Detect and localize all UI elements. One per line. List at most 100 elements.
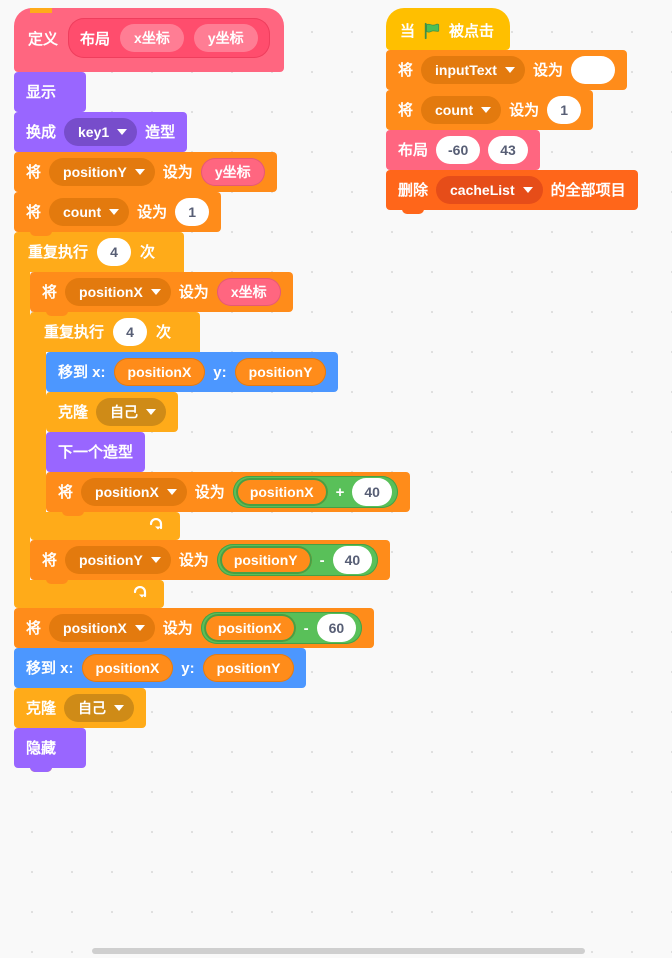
switch-costume-block[interactable]: 换成 key1 造型	[14, 112, 188, 156]
operand-b-input[interactable]: 60	[316, 614, 357, 642]
delete-all-of-list-block[interactable]: 删除 cacheList 的全部项目	[386, 170, 638, 214]
set-count-block[interactable]: 将 count 设为 1	[14, 192, 222, 236]
variable-dropdown-count[interactable]: count	[421, 96, 502, 124]
repeat-outer-spine	[14, 272, 30, 580]
var-reporter-positionX[interactable]: positionX	[81, 654, 174, 682]
show-block[interactable]: 显示	[14, 72, 86, 116]
repeat-label-after: 次	[140, 243, 156, 261]
goto-xy-final-block[interactable]: 移到 x: positionX y: positionY	[14, 648, 307, 692]
chevron-down-icon	[150, 289, 161, 295]
set-label-before: 将	[26, 163, 42, 181]
variable-dropdown-count[interactable]: count	[49, 198, 130, 226]
operator-sign: -	[303, 619, 309, 637]
var-reporter-positionX[interactable]: positionX	[203, 614, 296, 642]
operator-subtract-block[interactable]: positionX - 60	[200, 612, 363, 644]
inputText-value-input[interactable]	[571, 56, 615, 84]
var-reporter-positionX[interactable]: positionX	[235, 478, 328, 506]
procedure-arg-x[interactable]: x坐标	[120, 24, 184, 52]
define-hat-block[interactable]: 定义 布局 x坐标 y坐标	[14, 8, 284, 72]
next-costume-block[interactable]: 下一个造型	[46, 432, 146, 476]
count-value-input[interactable]: 1	[175, 198, 210, 226]
chevron-down-icon	[117, 129, 128, 135]
layout-arg-x-input[interactable]: -60	[436, 136, 481, 164]
call-layout-block[interactable]: 布局 -60 43	[386, 130, 540, 174]
variable-dropdown-positionX[interactable]: positionX	[81, 478, 187, 506]
repeat-inner-footer	[30, 512, 180, 540]
variable-dropdown-positionX[interactable]: positionX	[65, 278, 171, 306]
param-reporter-x[interactable]: x坐标	[216, 278, 281, 306]
var-reporter-positionY[interactable]: positionY	[234, 358, 327, 386]
variable-dropdown-inputText[interactable]: inputText	[421, 56, 525, 84]
list-dropdown-cacheList[interactable]: cacheList	[436, 176, 543, 204]
procedure-arg-y[interactable]: y坐标	[193, 24, 258, 52]
chevron-down-icon	[150, 557, 161, 563]
repeat-inner-times-input[interactable]: 4	[113, 318, 148, 346]
repeat-inner-spine	[30, 352, 46, 512]
definition-body-stack: 显示 换成 key1 造型 将 positionY 设为 y坐标 将 count…	[14, 72, 410, 772]
chevron-down-icon	[114, 705, 125, 711]
set-count-block[interactable]: 将 count 设为 1	[386, 90, 594, 134]
param-reporter-y[interactable]: y坐标	[200, 158, 265, 186]
delete-label-before: 删除	[398, 181, 429, 199]
operator-sign: +	[335, 483, 345, 501]
operator-subtract-block[interactable]: positionY - 40	[216, 544, 379, 576]
repeat-inner-block[interactable]: 重复执行 4 次 移到 x: positionX y: positionY 克隆…	[30, 312, 410, 540]
operand-b-input[interactable]: 40	[352, 478, 392, 506]
repeat-outer-header[interactable]: 重复执行 4 次	[14, 232, 184, 272]
variable-dropdown-positionX[interactable]: positionX	[49, 614, 155, 642]
layout-arg-y-input[interactable]: 43	[488, 136, 528, 164]
set-label-before: 将	[398, 61, 414, 79]
operator-add-block[interactable]: positionX + 40	[232, 476, 398, 508]
operator-sign: -	[319, 551, 325, 569]
clone-target-dropdown[interactable]: 自己	[64, 694, 135, 722]
procedure-prototype[interactable]: 布局 x坐标 y坐标	[68, 18, 270, 58]
costume-dropdown[interactable]: key1	[64, 118, 138, 146]
flag-script[interactable]: 当 被点击 将 inputText 设为 将 count 设为 1 布局 -60…	[386, 8, 638, 214]
count-value-input[interactable]: 1	[547, 96, 582, 124]
chevron-down-icon	[166, 489, 177, 495]
set-label-mid: 设为	[194, 483, 225, 501]
set-label-mid: 设为	[162, 163, 193, 181]
set-positionY-block[interactable]: 将 positionY 设为 y坐标	[14, 152, 277, 196]
create-clone-block[interactable]: 克隆 自己	[46, 392, 179, 436]
goto-xy-block[interactable]: 移到 x: positionX y: positionY	[46, 352, 339, 396]
var-reporter-positionX[interactable]: positionX	[113, 358, 206, 386]
chevron-down-icon	[109, 209, 120, 215]
var-reporter-positionY[interactable]: positionY	[202, 654, 295, 682]
operand-b-input[interactable]: 40	[332, 546, 373, 574]
horizontal-scrollbar[interactable]	[92, 948, 585, 954]
repeat-inner-header[interactable]: 重复执行 4 次	[30, 312, 200, 352]
when-label-after: 被点击	[449, 22, 495, 40]
set-positionX-block[interactable]: 将 positionX 设为 x坐标	[30, 272, 293, 316]
repeat-outer-block[interactable]: 重复执行 4 次 将 positionX 设为 x坐标 重复执行 4 次 移到 …	[14, 232, 410, 608]
repeat-label-before: 重复执行	[44, 323, 105, 341]
hide-block[interactable]: 隐藏	[14, 728, 86, 772]
variable-dropdown-positionY[interactable]: positionY	[65, 546, 171, 574]
delete-label-after: 的全部项目	[550, 181, 626, 199]
set-label-mid: 设为	[532, 61, 563, 79]
set-label-before: 将	[26, 619, 42, 637]
variable-dropdown-positionY[interactable]: positionY	[49, 158, 155, 186]
goto-label-x: 移到 x:	[26, 659, 74, 677]
set-positionX-add-block[interactable]: 将 positionX 设为 positionX + 40	[46, 472, 410, 516]
repeat-outer-times-input[interactable]: 4	[97, 238, 132, 266]
set-label-before: 将	[42, 551, 58, 569]
clone-label: 克隆	[58, 403, 89, 421]
set-positionX-sub60-block[interactable]: 将 positionX 设为 positionX - 60	[14, 608, 375, 652]
create-clone-final-block[interactable]: 克隆 自己	[14, 688, 147, 732]
var-reporter-positionY[interactable]: positionY	[219, 546, 312, 574]
set-label-before: 将	[58, 483, 74, 501]
goto-label-y: y:	[181, 659, 195, 677]
when-flag-clicked-hat[interactable]: 当 被点击	[386, 8, 511, 50]
set-inputText-block[interactable]: 将 inputText 设为	[386, 50, 627, 94]
set-positionY-sub-block[interactable]: 将 positionY 设为 positionY - 40	[30, 540, 391, 584]
set-label-mid: 设为	[137, 203, 168, 221]
call-layout-label: 布局	[398, 141, 429, 159]
definition-script[interactable]: 定义 布局 x坐标 y坐标 显示 换成 key1 造型 将 positionY …	[14, 8, 410, 772]
next-costume-label: 下一个造型	[58, 443, 134, 461]
goto-label-y: y:	[213, 363, 227, 381]
green-flag-icon	[424, 22, 440, 40]
set-label-mid: 设为	[162, 619, 193, 637]
repeat-label-before: 重复执行	[28, 243, 89, 261]
clone-target-dropdown[interactable]: 自己	[96, 398, 167, 426]
